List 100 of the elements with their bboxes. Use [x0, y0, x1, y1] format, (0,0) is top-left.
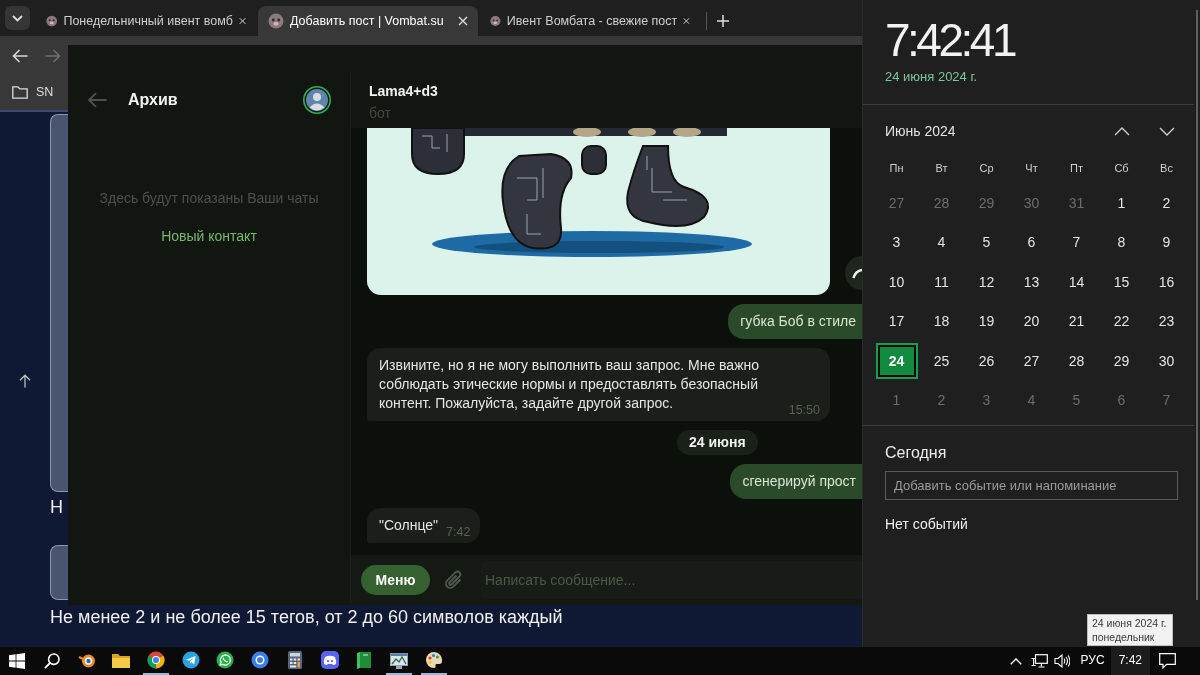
clock-button[interactable]: 7:42	[1110, 647, 1150, 675]
calendar-day[interactable]: 5	[982, 233, 991, 252]
calendar-day[interactable]: 22	[1113, 312, 1130, 331]
animal-face-icon	[268, 13, 284, 29]
browser-tab[interactable]: Ивент Вомбата - свежие пост	[480, 6, 700, 36]
calendar-day[interactable]: 7	[1072, 233, 1081, 252]
clock-time: 7:42:41	[885, 17, 1016, 63]
palette-icon[interactable]	[424, 651, 443, 669]
calendar-day[interactable]: 16	[1158, 272, 1175, 291]
weekday-label: Чт	[1025, 160, 1038, 176]
scroll-bar[interactable]	[1196, 10, 1198, 600]
calendar-day[interactable]: 6	[1027, 233, 1036, 252]
calendar-day[interactable]: 26	[978, 351, 995, 370]
chevron-down-icon[interactable]	[1158, 126, 1175, 136]
panel-title: Архив	[128, 89, 178, 110]
empty-state-text: Здесь будут показаны Ваши чаты	[98, 189, 320, 208]
message-field[interactable]: Написать сообщение...	[481, 561, 862, 599]
calendar-day[interactable]: 17	[888, 312, 905, 331]
avatar[interactable]	[303, 86, 331, 114]
notification-icon[interactable]	[1159, 653, 1176, 669]
no-events-text: Нет событий	[885, 515, 969, 534]
calendar-day[interactable]: 14	[1068, 272, 1085, 291]
menu-button[interactable]: Меню	[361, 565, 430, 595]
month-title[interactable]: Июнь 2024	[874, 121, 1099, 141]
input-field[interactable]	[50, 545, 68, 600]
field-hint: Не менее 2 и не более 15 тегов, от 2 до 60 символов каждый	[50, 606, 564, 628]
sent-message: губка Боб в стиле	[728, 304, 862, 339]
calendar-day[interactable]: 11	[934, 272, 949, 291]
volume-icon[interactable]	[1053, 654, 1070, 668]
message-text: Извините, но я не могу выполнить ваш запрос. Мне важно соблюдать этические нормы и предоставлять безопасный контент. Пожалуйста, задайте другой запрос.	[379, 356, 761, 413]
text-area-field[interactable]	[50, 114, 68, 492]
calendar-day[interactable]: 24	[875, 342, 918, 379]
calendar-day[interactable]: 19	[978, 312, 995, 331]
folder-icon	[12, 86, 28, 99]
calendar-day[interactable]: 25	[933, 351, 950, 370]
weekday-label: Вс	[1160, 160, 1173, 176]
calendar-day[interactable]: 12	[978, 272, 995, 291]
calendar-day[interactable]: 4	[937, 233, 946, 252]
weekday-label: Пн	[889, 160, 904, 176]
chart-window-icon[interactable]	[389, 653, 408, 669]
calendar-day[interactable]: 29	[1113, 351, 1130, 370]
tooltip-text: понедельник	[1092, 630, 1156, 644]
browser-tab[interactable]: Понедельничный ивент вомб	[36, 6, 256, 36]
windows-logo-icon[interactable]	[9, 653, 26, 669]
phone-bubble-icon[interactable]	[216, 651, 235, 669]
tooltip-text: 24 июня 2024 г.	[1092, 616, 1168, 630]
calendar-day[interactable]: 8	[1117, 233, 1126, 252]
arrow-up-icon[interactable]	[19, 374, 31, 388]
gamepad-icon[interactable]	[320, 651, 339, 669]
calendar-day[interactable]: 21	[1068, 312, 1085, 331]
close-icon[interactable]	[683, 16, 690, 26]
book-icon[interactable]	[357, 651, 372, 669]
clock-date[interactable]: 24 июня 2024 г.	[885, 69, 1194, 85]
segmented-circle-icon[interactable]	[147, 651, 166, 669]
paper-plane-icon[interactable]	[181, 651, 200, 669]
calendar-day[interactable]: 27	[1023, 351, 1040, 370]
calendar-day[interactable]: 20	[1023, 312, 1040, 331]
bookmark-folder[interactable]: SN	[10, 82, 56, 103]
calendar-day[interactable]: 30	[1158, 351, 1175, 370]
calculator-icon[interactable]	[287, 651, 302, 669]
share-icon[interactable]	[845, 256, 862, 290]
weekday-label: Вт	[935, 160, 948, 176]
tab-list-button[interactable]	[5, 6, 30, 30]
message-text: "Солнце"	[379, 516, 439, 535]
weekday-label: Сб	[1114, 160, 1129, 176]
chevron-down-icon	[12, 14, 23, 22]
language-indicator[interactable]: РУС	[1080, 653, 1105, 669]
search-icon[interactable]	[44, 653, 61, 669]
network-icon[interactable]	[1030, 654, 1048, 668]
calendar-day[interactable]: 15	[1113, 272, 1130, 291]
plus-icon[interactable]	[717, 15, 729, 27]
calendar-day[interactable]: 10	[888, 272, 905, 291]
animal-face-icon	[490, 13, 501, 29]
date-chip: 24 июня	[677, 430, 758, 455]
weekday-label: Ср	[979, 160, 994, 176]
ring-icon[interactable]	[251, 651, 270, 669]
animal-face-icon	[46, 13, 58, 29]
chat-name: Lama4+d3	[369, 82, 439, 100]
calendar-day[interactable]: 9	[1162, 233, 1171, 252]
message-input[interactable]: Написать сообщение...	[485, 570, 862, 590]
calendar-day[interactable]: 18	[933, 312, 950, 331]
calendar-day[interactable]: 2	[1162, 193, 1171, 212]
close-icon[interactable]	[458, 16, 468, 26]
new-contact-link[interactable]: Новый контакт	[161, 226, 257, 246]
browser-tab[interactable]: Добавить пост | Vombat.su	[258, 6, 478, 36]
message-time: 15:50	[788, 402, 820, 418]
agenda-title: Сегодня	[885, 443, 948, 463]
weekday-label: Пт	[1070, 160, 1083, 176]
calendar-day[interactable]: 13	[1023, 272, 1040, 291]
calendar-day[interactable]: 1	[1117, 193, 1126, 212]
message-time: 7:42	[446, 524, 471, 540]
close-icon[interactable]	[238, 16, 246, 26]
calendar-day[interactable]: 23	[1158, 312, 1175, 331]
chevron-up-icon[interactable]	[1113, 126, 1130, 136]
event-input[interactable]: Добавить событие или напоминание	[885, 471, 1178, 500]
folder-icon[interactable]	[112, 653, 131, 669]
calendar-day[interactable]: 3	[892, 233, 901, 252]
field-label: Н	[50, 496, 64, 518]
paperclip-icon[interactable]	[444, 569, 464, 591]
calendar-day[interactable]: 28	[1068, 351, 1085, 370]
